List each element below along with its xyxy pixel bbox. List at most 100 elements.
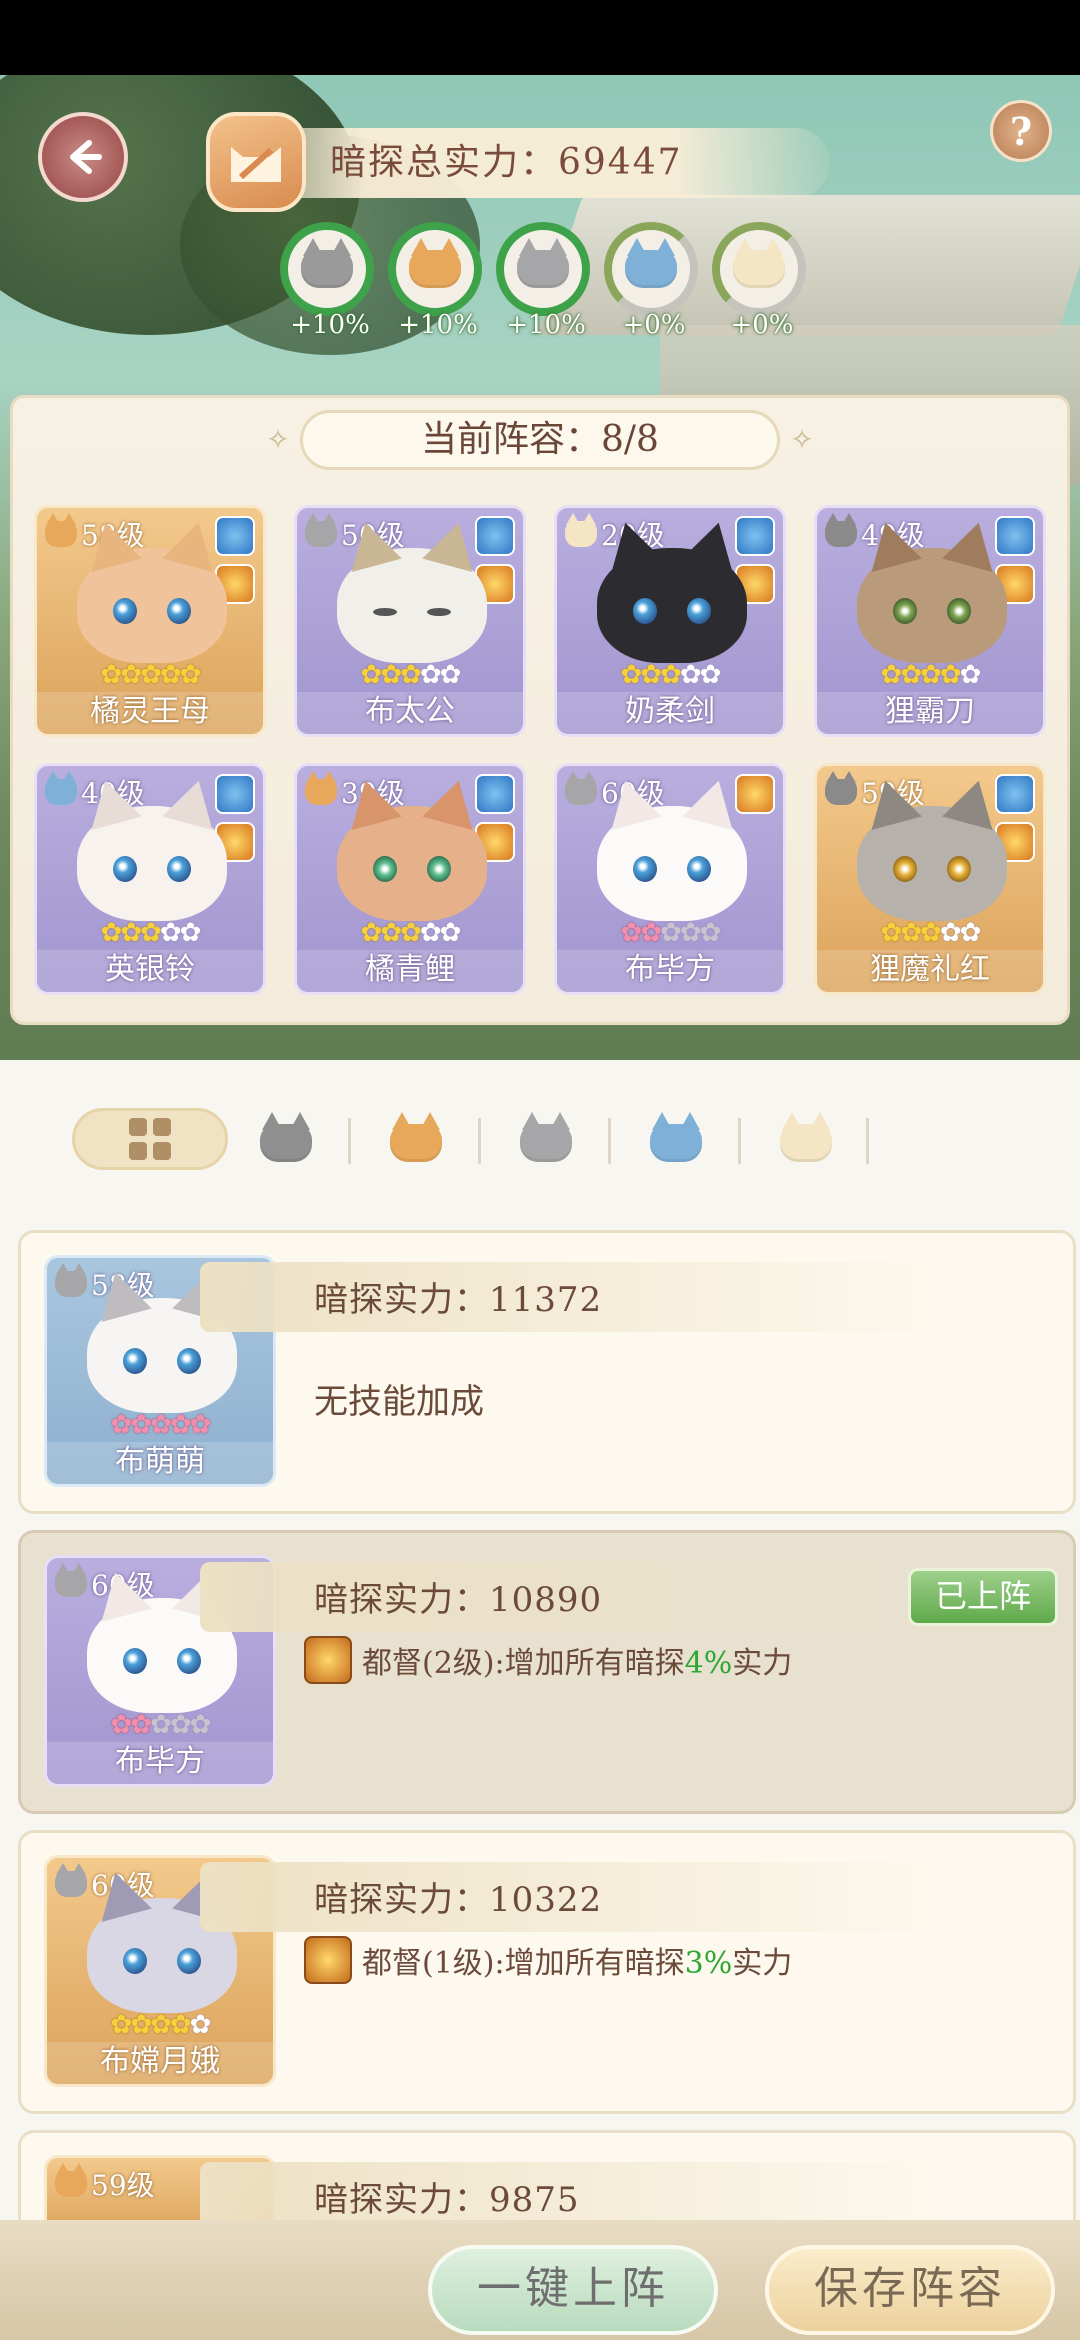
star-rating: ✿✿✿✿✿: [110, 2010, 212, 2040]
calico-cat-icon: [780, 1112, 832, 1162]
filter-tab-orange-cat[interactable]: [386, 1112, 446, 1168]
skill-suffix: 实力: [732, 1646, 793, 1681]
lineup-title: 当前阵容：8/8: [300, 410, 780, 470]
orange-cat-icon: [409, 238, 461, 288]
lineup-card[interactable]: 58级 ✿✿✿✿✿ 橘灵王母: [34, 505, 266, 737]
divider: [608, 1118, 611, 1164]
filter-tab-blue-cat[interactable]: [646, 1112, 706, 1168]
governor-skill-icon: [304, 1636, 352, 1684]
card-name: 布太公: [297, 692, 523, 734]
grey-cat-icon: [301, 238, 353, 288]
total-power-label: 暗探总实力：69447: [330, 142, 683, 183]
card-name: 奶柔剑: [557, 692, 783, 734]
bonus-blue-cat: +0%: [604, 222, 704, 342]
orange-cat-icon: [305, 771, 337, 805]
decor-ornament-icon: ✧: [790, 423, 814, 456]
roster-power: 暗探实力：9875: [314, 2180, 580, 2220]
star-rating: ✿✿✿✿✿: [100, 660, 202, 690]
divider: [738, 1118, 741, 1164]
skill-text: 无技能加成: [314, 1382, 484, 1422]
filter-tab-grey-cat[interactable]: [256, 1112, 316, 1168]
cat-portrait: [77, 806, 227, 921]
grid-icon: [129, 1118, 171, 1160]
lineup-card[interactable]: 49级 ✿✿✿✿✿ 狸霸刀: [814, 505, 1046, 737]
silver-cat-icon: [55, 1563, 87, 1597]
bonus-ring: [496, 222, 590, 316]
bonus-ring: [604, 222, 698, 316]
bonus-grey-cat: +10%: [280, 222, 380, 342]
card-name: 狸霸刀: [817, 692, 1043, 734]
cat-portrait: [597, 548, 747, 663]
filter-tab-silver-cat[interactable]: [516, 1112, 576, 1168]
filter-tab-all[interactable]: [72, 1108, 228, 1170]
skill-text: 都督(2级):增加所有暗探: [362, 1646, 685, 1681]
save-lineup-button[interactable]: 保存阵容: [765, 2245, 1055, 2335]
roster-power: 暗探实力：10322: [314, 1880, 603, 1920]
card-name: 橘青鲤: [297, 950, 523, 992]
orange-cat-icon: [55, 2163, 87, 2197]
card-name: 布萌萌: [47, 1442, 273, 1484]
skill-percent: 3%: [684, 1946, 733, 1981]
bonus-label: +10%: [398, 310, 478, 340]
lineup-card[interactable]: 39级 ✿✿✿✿✿ 橘青鲤: [294, 763, 526, 995]
silver-cat-icon: [55, 1863, 87, 1897]
lineup-card[interactable]: 20级 ✿✿✿✿✿ 奶柔剑: [554, 505, 786, 737]
bonus-label: +0%: [730, 310, 794, 340]
roster-power: 暗探实力：11372: [314, 1280, 603, 1320]
bonus-label: +10%: [506, 310, 586, 340]
deployed-badge: 已上阵: [908, 1568, 1058, 1626]
help-button[interactable]: ?: [990, 100, 1052, 162]
orange-cat-icon: [390, 1112, 442, 1162]
lineup-card[interactable]: 60级 ✿✿✿✿✿ 布毕方: [554, 763, 786, 995]
calico-cat-icon: [565, 513, 597, 547]
skill-suffix: 实力: [732, 1946, 793, 1981]
power-cat-icon: [206, 112, 306, 212]
star-rating: ✿✿✿✿✿: [880, 918, 982, 948]
bonus-calico-cat: +0%: [712, 222, 812, 342]
cat-portrait: [77, 548, 227, 663]
grey-cat-icon: [260, 1112, 312, 1162]
lineup-card[interactable]: 50级 ✿✿✿✿✿ 布太公: [294, 505, 526, 737]
grey-cat-icon: [825, 513, 857, 547]
silver-cat-icon: [565, 771, 597, 805]
bonus-ring: [280, 222, 374, 316]
silver-cat-icon: [55, 1263, 87, 1297]
star-rating: ✿✿✿✿✿: [620, 918, 722, 948]
filter-tab-calico-cat[interactable]: [776, 1112, 836, 1168]
cat-portrait: [597, 806, 747, 921]
bonus-ring: [712, 222, 806, 316]
orange-cat-icon: [45, 513, 77, 547]
back-button[interactable]: [38, 112, 128, 202]
skill-text: 都督(1级):增加所有暗探: [362, 1946, 685, 1981]
skill-line: 都督(1级):增加所有暗探3%实力: [304, 1936, 792, 1984]
back-arrow-icon: [70, 140, 102, 174]
cat-portrait: [857, 548, 1007, 663]
deploy-all-button[interactable]: 一键上阵: [428, 2245, 718, 2335]
silver-cat-icon: [520, 1112, 572, 1162]
cat-portrait: [857, 806, 1007, 921]
calico-cat-icon: [733, 238, 785, 288]
card-name: 布毕方: [47, 1742, 273, 1784]
blue-cat-icon: [625, 238, 677, 288]
bonus-ring: [388, 222, 482, 316]
silver-cat-icon: [517, 238, 569, 288]
blue-cat-icon: [650, 1112, 702, 1162]
divider: [866, 1118, 869, 1164]
lineup-card[interactable]: 40级 ✿✿✿✿✿ 英银铃: [34, 763, 266, 995]
level-text: 59级: [91, 2169, 155, 2202]
blue-cat-icon: [45, 771, 77, 805]
bonus-label: +10%: [290, 310, 370, 340]
lineup-card[interactable]: 59级 ✿✿✿✿✿ 狸魔礼红: [814, 763, 1046, 995]
card-name: 布嫦月娥: [47, 2042, 273, 2084]
star-rating: ✿✿✿✿✿: [620, 660, 722, 690]
roster-power: 暗探实力：10890: [314, 1580, 603, 1620]
divider: [478, 1118, 481, 1164]
cat-portrait: [337, 548, 487, 663]
star-rating: ✿✿✿✿✿: [110, 1410, 212, 1440]
grey-cat-icon: [825, 771, 857, 805]
card-name: 英银铃: [37, 950, 263, 992]
silver-cat-icon: [305, 513, 337, 547]
skill-line: 都督(2级):增加所有暗探4%实力: [304, 1636, 792, 1684]
skill-percent: 4%: [684, 1646, 733, 1681]
star-rating: ✿✿✿✿✿: [360, 660, 462, 690]
